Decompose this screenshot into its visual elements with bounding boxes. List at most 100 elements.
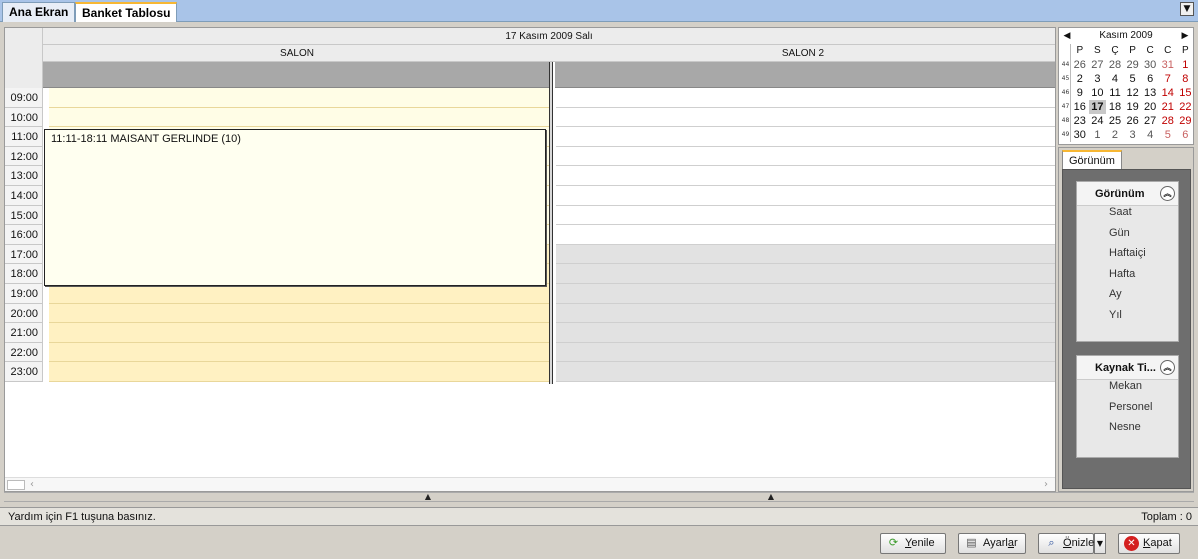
calendar-day[interactable]: 15 bbox=[1177, 86, 1195, 100]
resource-type-option[interactable]: Mekan bbox=[1077, 380, 1178, 401]
triangle-left-icon[interactable]: ◀ bbox=[1061, 28, 1073, 43]
settings-button[interactable]: ▤ Ayarlar bbox=[958, 533, 1026, 554]
time-slot[interactable] bbox=[49, 342, 549, 363]
time-slot[interactable] bbox=[556, 323, 1055, 343]
calendar-day[interactable]: 17 bbox=[1088, 100, 1107, 114]
calendar-day[interactable]: 27 bbox=[1089, 58, 1107, 72]
calendar-day[interactable]: 26 bbox=[1071, 58, 1089, 72]
time-slot[interactable] bbox=[556, 303, 1055, 324]
time-slot[interactable] bbox=[556, 88, 1055, 108]
calendar-day[interactable]: 30 bbox=[1141, 58, 1159, 72]
calendar-day[interactable]: 5 bbox=[1159, 128, 1177, 142]
view-group-header[interactable]: Görünüm ︽ bbox=[1077, 182, 1178, 206]
calendar-day[interactable]: 21 bbox=[1159, 100, 1177, 114]
calendar-day[interactable]: 11 bbox=[1106, 86, 1124, 100]
resource-type-option[interactable]: Personel bbox=[1077, 401, 1178, 422]
preview-button[interactable]: ⌕ Önizle bbox=[1038, 533, 1094, 554]
calendar-day[interactable]: 25 bbox=[1106, 114, 1124, 128]
calendar-day[interactable]: 30 bbox=[1071, 128, 1089, 142]
salon-2-time-column[interactable] bbox=[556, 88, 1055, 382]
calendar-day[interactable]: 22 bbox=[1177, 100, 1195, 114]
calendar-day[interactable]: 5 bbox=[1124, 72, 1142, 86]
time-slot[interactable] bbox=[49, 283, 549, 304]
calendar-day[interactable]: 12 bbox=[1124, 86, 1142, 100]
view-option[interactable]: Gün bbox=[1077, 227, 1178, 248]
time-slot[interactable] bbox=[556, 146, 1055, 167]
time-slot[interactable] bbox=[556, 107, 1055, 128]
time-slot[interactable] bbox=[556, 244, 1055, 265]
calendar-day[interactable]: 6 bbox=[1177, 128, 1195, 142]
calendar-day[interactable]: 27 bbox=[1141, 114, 1159, 128]
tab-ana-ekran[interactable]: Ana Ekran bbox=[2, 2, 76, 22]
calendar-day[interactable]: 2 bbox=[1071, 72, 1089, 86]
collapse-icon[interactable]: ︽ bbox=[1160, 186, 1175, 201]
resource-type-group-header[interactable]: Kaynak Ti... ︽ bbox=[1077, 356, 1178, 380]
time-slot[interactable] bbox=[49, 362, 549, 382]
collapse-icon[interactable]: ︽ bbox=[1160, 360, 1175, 375]
calendar-day[interactable]: 4 bbox=[1141, 128, 1159, 142]
calendar-day[interactable]: 1 bbox=[1177, 58, 1195, 72]
time-slot[interactable] bbox=[556, 342, 1055, 363]
refresh-button[interactable]: ⟳ Yenile bbox=[880, 533, 946, 554]
time-slot[interactable] bbox=[49, 303, 549, 324]
calendar-day[interactable]: 31 bbox=[1159, 58, 1177, 72]
horizontal-scrollbar[interactable]: ‹ › bbox=[5, 477, 1055, 491]
chevron-up-icon[interactable]: ▲ bbox=[764, 493, 778, 501]
tab-gorunum[interactable]: Görünüm bbox=[1062, 150, 1122, 170]
scroll-left-icon[interactable]: ‹ bbox=[25, 478, 39, 492]
calendar-day[interactable]: 3 bbox=[1089, 72, 1107, 86]
calendar-day[interactable]: 8 bbox=[1177, 72, 1195, 86]
calendar-day[interactable]: 23 bbox=[1071, 114, 1089, 128]
time-slot[interactable] bbox=[49, 88, 549, 108]
calendar-day[interactable]: 28 bbox=[1106, 58, 1124, 72]
calendar-day[interactable]: 13 bbox=[1141, 86, 1159, 100]
calendar-day[interactable]: 24 bbox=[1089, 114, 1107, 128]
time-slot[interactable] bbox=[556, 362, 1055, 382]
calendar-day[interactable]: 16 bbox=[1071, 100, 1089, 114]
calendar-day[interactable]: 4 bbox=[1106, 72, 1124, 86]
time-slot[interactable] bbox=[556, 283, 1055, 304]
triangle-right-icon[interactable]: ▶ bbox=[1179, 28, 1191, 43]
view-option[interactable]: Ay bbox=[1077, 288, 1178, 309]
calendar-day[interactable]: 20 bbox=[1141, 100, 1159, 114]
view-option[interactable]: Saat bbox=[1077, 206, 1178, 227]
tab-banket-tablosu[interactable]: Banket Tablosu bbox=[75, 2, 178, 22]
calendar-day[interactable]: 9 bbox=[1071, 86, 1089, 100]
calendar-day[interactable]: 28 bbox=[1159, 114, 1177, 128]
appointment[interactable]: 11:11-18:11 MAISANT GERLINDE (10) bbox=[44, 129, 546, 286]
time-slot[interactable] bbox=[49, 107, 549, 128]
calendar-day[interactable]: 14 bbox=[1159, 86, 1177, 100]
view-option[interactable]: Haftaiçi bbox=[1077, 247, 1178, 268]
scheduler-grid[interactable]: 17 Kasım 2009 Salı SALON SALON 2 09:00 10… bbox=[4, 27, 1056, 492]
chevron-down-icon[interactable]: ▼ bbox=[1180, 2, 1194, 16]
resource-type-option[interactable]: Nesne bbox=[1077, 421, 1178, 442]
panel-splitter[interactable]: ▲ ▲ bbox=[4, 492, 1194, 502]
view-option[interactable]: Yıl bbox=[1077, 309, 1178, 330]
calendar-day[interactable]: 19 bbox=[1124, 100, 1142, 114]
time-slot[interactable] bbox=[556, 166, 1055, 186]
calendar-day[interactable]: 29 bbox=[1124, 58, 1142, 72]
calendar-day[interactable]: 26 bbox=[1124, 114, 1142, 128]
chevron-up-icon[interactable]: ▲ bbox=[421, 493, 435, 501]
calendar-day[interactable]: 7 bbox=[1159, 72, 1177, 86]
time-slot[interactable] bbox=[556, 264, 1055, 284]
all-day-area-salon-2[interactable] bbox=[555, 62, 1055, 88]
time-slot[interactable] bbox=[556, 225, 1055, 245]
calendar-day[interactable]: 29 bbox=[1177, 114, 1195, 128]
scrollbar-thumb[interactable] bbox=[7, 480, 25, 490]
time-slot[interactable] bbox=[49, 323, 549, 343]
close-button[interactable]: ✕ Kapat bbox=[1118, 533, 1180, 554]
calendar-day[interactable]: 2 bbox=[1106, 128, 1124, 142]
scroll-right-icon[interactable]: › bbox=[1039, 478, 1053, 492]
view-option[interactable]: Hafta bbox=[1077, 268, 1178, 289]
time-slot[interactable] bbox=[556, 127, 1055, 147]
all-day-area-salon[interactable] bbox=[43, 62, 549, 88]
calendar-day[interactable]: 18 bbox=[1106, 100, 1124, 114]
calendar-day[interactable]: 10 bbox=[1089, 86, 1107, 100]
calendar-day[interactable]: 1 bbox=[1089, 128, 1107, 142]
calendar-day[interactable]: 6 bbox=[1141, 72, 1159, 86]
preview-dropdown-button[interactable]: ▼ bbox=[1094, 533, 1106, 554]
time-slot[interactable] bbox=[556, 185, 1055, 206]
calendar-day[interactable]: 3 bbox=[1124, 128, 1142, 142]
time-slot[interactable] bbox=[556, 205, 1055, 226]
